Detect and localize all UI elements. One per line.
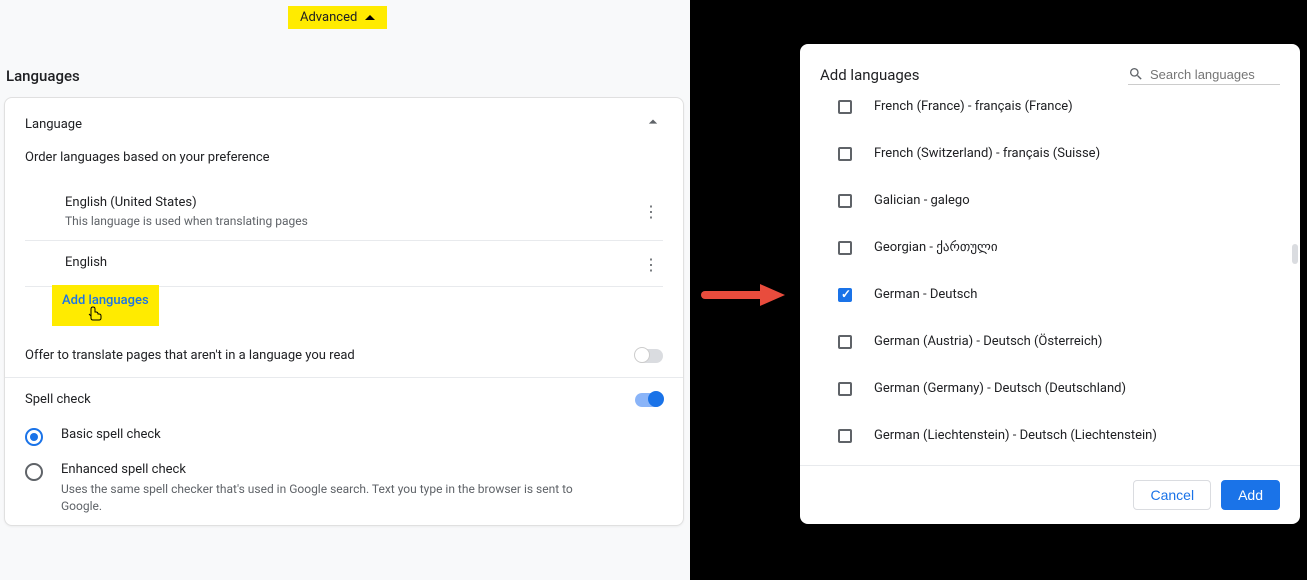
radio-icon[interactable] [25, 463, 43, 481]
language-card: Language Order languages based on your p… [4, 97, 684, 526]
checkbox-icon[interactable] [838, 147, 852, 161]
settings-panel: Advanced Languages Language Order langua… [0, 0, 690, 580]
advanced-button[interactable]: Advanced [288, 6, 387, 29]
section-title: Languages [6, 67, 80, 85]
language-option[interactable]: French (France) - français (France) [820, 95, 1300, 130]
checkbox-icon[interactable] [838, 194, 852, 208]
advanced-label: Advanced [300, 10, 357, 25]
translate-label: Offer to translate pages that aren't in … [25, 348, 355, 363]
search-box[interactable] [1128, 64, 1280, 85]
enhanced-spell-sub: Uses the same spell checker that's used … [61, 481, 581, 515]
language-option[interactable]: German - Deutsch [820, 271, 1300, 318]
add-button[interactable]: Add [1221, 480, 1280, 510]
basic-spell-title: Basic spell check [61, 427, 161, 442]
language-title: English (United States) [65, 195, 308, 210]
language-label: German (Germany) - Deutsch (Deutschland) [874, 381, 1126, 396]
order-text: Order languages based on your preference [25, 150, 663, 165]
translate-row: Offer to translate pages that aren't in … [5, 338, 683, 378]
scrollbar-thumb[interactable] [1292, 244, 1298, 264]
language-subtitle: This language is used when translating p… [65, 214, 308, 228]
more-icon[interactable]: ⋮ [639, 255, 663, 274]
language-header[interactable]: Language [5, 98, 683, 150]
language-label: German - Deutsch [874, 287, 977, 302]
language-row: English (United States) This language is… [25, 181, 663, 241]
dialog-title: Add languages [820, 66, 920, 84]
checkbox-icon[interactable] [838, 429, 852, 443]
enhanced-spell-row[interactable]: Enhanced spell check Uses the same spell… [5, 456, 683, 525]
enhanced-spell-title: Enhanced spell check [61, 462, 581, 477]
language-option[interactable]: German (Austria) - Deutsch (Österreich) [820, 318, 1300, 365]
dialog-header: Add languages [800, 44, 1300, 95]
add-languages-label: Add languages [62, 293, 149, 308]
language-option[interactable]: Georgian - ქართული [820, 224, 1300, 271]
checkbox-icon[interactable] [838, 382, 852, 396]
more-icon[interactable]: ⋮ [639, 202, 663, 221]
language-row: English ⋮ [25, 241, 663, 287]
language-header-title: Language [25, 117, 82, 132]
cancel-button[interactable]: Cancel [1133, 480, 1211, 510]
language-option[interactable]: German (Germany) - Deutsch (Deutschland) [820, 365, 1300, 412]
language-option[interactable]: German (Liechtenstein) - Deutsch (Liecht… [820, 412, 1300, 447]
language-label: Georgian - ქართული [874, 240, 998, 255]
chevron-up-icon [643, 112, 663, 136]
chevron-up-icon [365, 15, 375, 20]
language-list[interactable]: French (France) - français (France) Fren… [800, 95, 1300, 466]
search-input[interactable] [1150, 67, 1280, 82]
language-label: French (Switzerland) - français (Suisse) [874, 146, 1100, 161]
spell-check-row: Spell check [5, 378, 683, 421]
spell-check-label: Spell check [25, 392, 91, 407]
add-languages-button[interactable]: Add languages [52, 285, 159, 326]
translate-toggle[interactable] [635, 349, 663, 363]
checkbox-icon[interactable] [838, 100, 852, 114]
language-option[interactable]: French (Switzerland) - français (Suisse) [820, 130, 1300, 177]
language-label: Galician - galego [874, 193, 970, 208]
radio-icon[interactable] [25, 428, 43, 446]
cursor-icon [88, 304, 104, 324]
spell-check-toggle[interactable] [635, 393, 663, 407]
dialog-footer: Cancel Add [800, 466, 1300, 524]
add-languages-dialog: Add languages French (France) - français… [800, 44, 1300, 524]
language-title: English [65, 255, 107, 270]
language-label: French (France) - français (France) [874, 99, 1073, 114]
checkbox-icon[interactable] [838, 335, 852, 349]
checkbox-icon[interactable] [838, 241, 852, 255]
language-body: Order languages based on your preference… [5, 150, 683, 338]
language-label: German (Austria) - Deutsch (Österreich) [874, 334, 1102, 349]
language-option[interactable]: Galician - galego [820, 177, 1300, 224]
language-label: German (Liechtenstein) - Deutsch (Liecht… [874, 428, 1157, 443]
arrow-icon [700, 280, 790, 314]
checkbox-icon[interactable] [838, 288, 852, 302]
search-icon [1128, 66, 1144, 82]
basic-spell-row[interactable]: Basic spell check [5, 421, 683, 456]
